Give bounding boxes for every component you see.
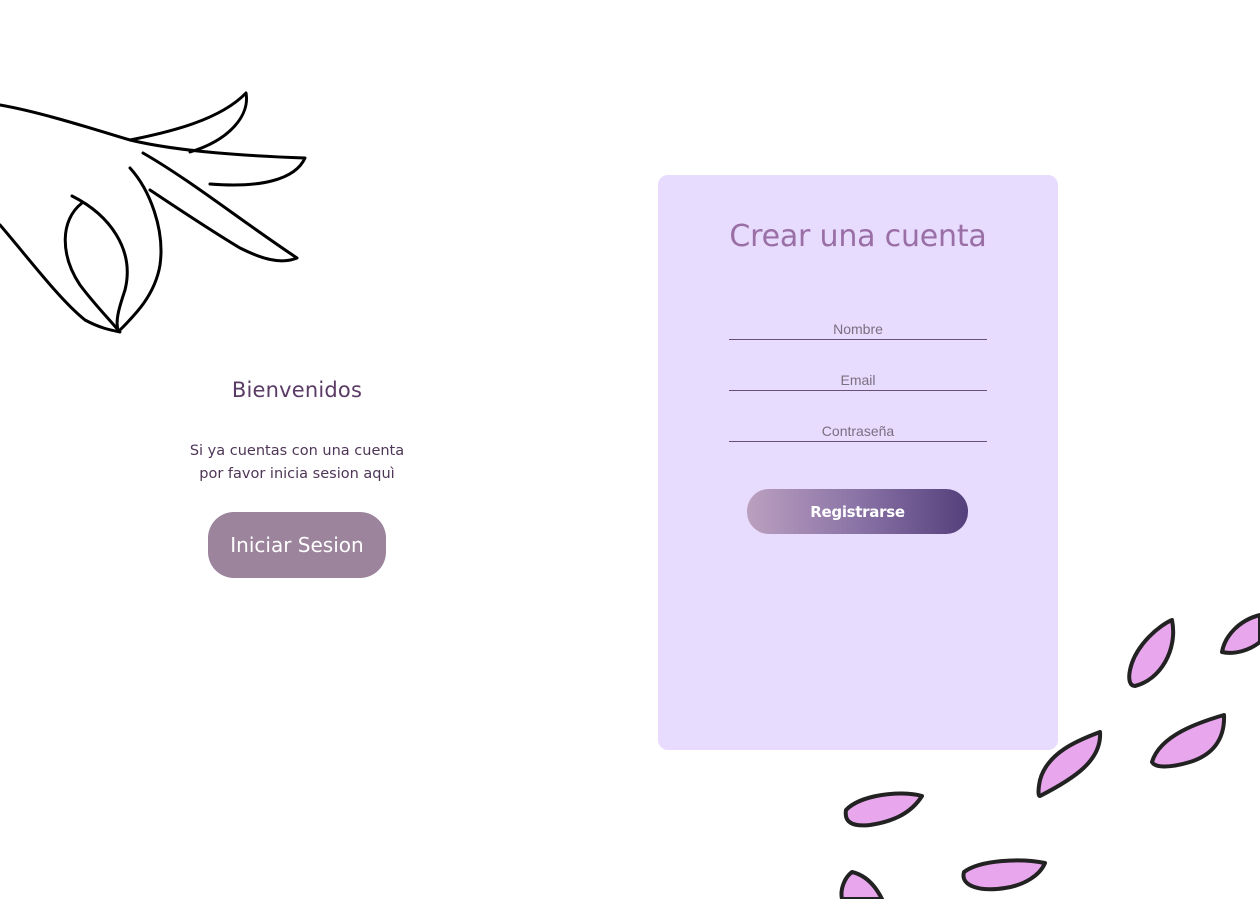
- register-card: Crear una cuenta Registrarse: [658, 175, 1058, 750]
- register-title: Crear una cuenta: [729, 219, 987, 254]
- page: Bienvenidos Si ya cuentas con una cuenta…: [0, 0, 1260, 899]
- email-field[interactable]: [729, 370, 987, 391]
- welcome-text: Si ya cuentas con una cuenta por favor i…: [147, 440, 447, 486]
- welcome-title: Bienvenidos: [231, 378, 363, 402]
- name-field[interactable]: [729, 319, 987, 340]
- login-button[interactable]: Iniciar Sesion: [208, 512, 386, 578]
- password-field[interactable]: [729, 421, 987, 442]
- welcome-panel: Bienvenidos Si ya cuentas con una cuenta…: [147, 378, 447, 578]
- welcome-line-2: por favor inicia sesion aquì: [199, 466, 395, 482]
- welcome-line-1: Si ya cuentas con una cuenta: [189, 443, 405, 459]
- register-button[interactable]: Registrarse: [747, 489, 968, 534]
- hand-line-art-icon: [0, 91, 307, 334]
